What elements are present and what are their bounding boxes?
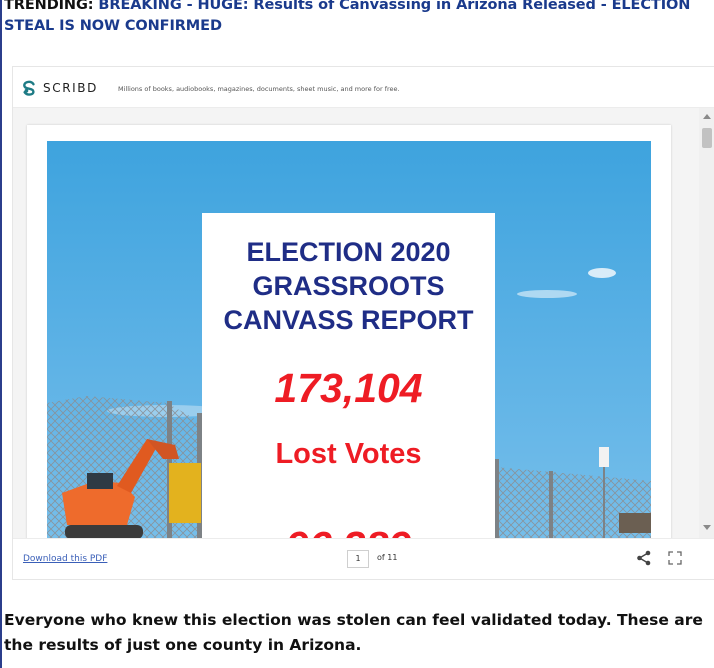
page-number-input[interactable]: 1 [347, 550, 369, 568]
report-title: ELECTION 2020 GRASSROOTS CANVASS REPORT [202, 235, 495, 337]
viewer-toolbar: Download this PDF 1 of 11 [13, 538, 714, 579]
scroll-up-arrow-icon[interactable] [703, 114, 711, 119]
scribd-header: SCRIBD Millions of books, audiobooks, ma… [13, 67, 714, 108]
document-viewer[interactable]: ELECTION 2020 GRASSROOTS CANVASS REPORT … [13, 108, 714, 538]
scribd-brand[interactable]: SCRIBD [43, 81, 98, 95]
page-count: of 11 [377, 553, 398, 562]
left-border [0, 0, 2, 668]
lost-votes-label: Lost Votes [275, 438, 422, 470]
scribd-embed: SCRIBD Millions of books, audiobooks, ma… [12, 66, 714, 580]
scribd-logo-icon[interactable] [21, 80, 37, 96]
trending-tag: TRENDING: [4, 0, 94, 13]
report-title-card: ELECTION 2020 GRASSROOTS CANVASS REPORT … [202, 213, 495, 538]
article-caption: Everyone who knew this election was stol… [4, 611, 703, 654]
cover-photo: ELECTION 2020 GRASSROOTS CANVASS REPORT … [47, 141, 651, 538]
scrollbar-thumb[interactable] [702, 128, 712, 148]
trending-headline-link[interactable]: BREAKING - HUGE: Results of Canvassing i… [4, 0, 690, 34]
fullscreen-icon[interactable] [668, 551, 682, 565]
document-page: ELECTION 2020 GRASSROOTS CANVASS REPORT … [27, 125, 671, 538]
vertical-scrollbar[interactable] [699, 108, 714, 538]
scribd-tagline: Millions of books, audiobooks, magazines… [118, 85, 400, 93]
download-pdf-link[interactable]: Download this PDF [23, 554, 107, 564]
report-title-line: GRASSROOTS [252, 271, 445, 301]
lost-votes-count: 173,104 [274, 365, 423, 411]
report-title-line: CANVASS REPORT [223, 305, 474, 335]
trending-headline[interactable]: TRENDING: BREAKING - HUGE: Results of Ca… [4, 0, 712, 37]
second-count-partial: 96,389 [202, 523, 495, 538]
share-icon[interactable] [636, 550, 652, 566]
report-title-line: ELECTION 2020 [246, 237, 451, 267]
scroll-down-arrow-icon[interactable] [703, 525, 711, 530]
